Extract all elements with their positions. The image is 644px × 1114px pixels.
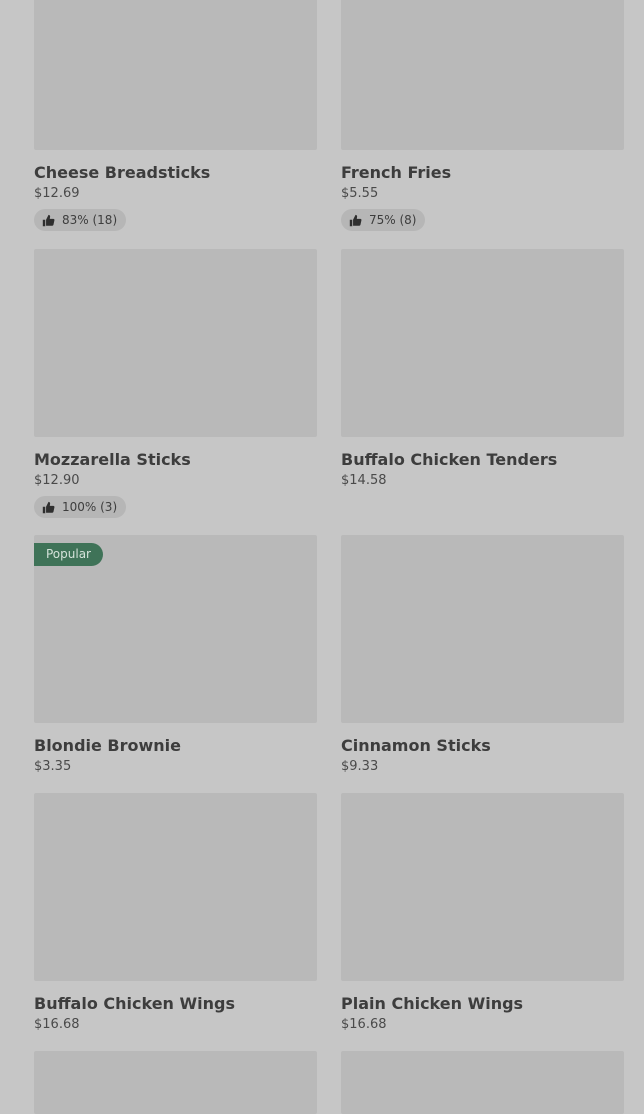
menu-item-image xyxy=(34,1051,317,1114)
menu-item-price: $3.35 xyxy=(34,759,72,774)
popular-badge: Popular xyxy=(34,543,103,566)
menu-item-card[interactable] xyxy=(341,1051,624,1114)
menu-item-card[interactable]: Buffalo Chicken Wings $16.68 xyxy=(34,793,317,1034)
menu-item-name: Cheese Breadsticks xyxy=(34,163,211,182)
menu-item-image xyxy=(341,1051,624,1114)
menu-item-card[interactable] xyxy=(34,1051,317,1114)
menu-item-name: Mozzarella Sticks xyxy=(34,450,191,469)
rating-pill: 75% (8) xyxy=(341,209,426,231)
menu-item-name: French Fries xyxy=(341,163,452,182)
menu-item-name: Blondie Brownie xyxy=(34,736,182,755)
rating-pill: 100% (3) xyxy=(34,496,127,518)
menu-item-price: $16.68 xyxy=(34,1017,80,1032)
menu-item-name: Cinnamon Sticks xyxy=(341,736,491,755)
menu-item-name: Plain Chicken Wings xyxy=(341,994,524,1013)
menu-item-price: $12.90 xyxy=(34,473,80,488)
rating-text: 100% (3) xyxy=(62,500,118,514)
menu-item-image xyxy=(34,793,317,981)
menu-item-image xyxy=(341,0,624,150)
menu-item-image xyxy=(34,0,317,150)
menu-item-card[interactable]: Plain Chicken Wings $16.68 xyxy=(341,793,624,1034)
menu-item-card[interactable]: Cheese Breadsticks $12.69 83% (18) xyxy=(34,0,317,231)
menu-item-price: $9.33 xyxy=(341,759,379,774)
menu-item-image xyxy=(341,249,624,437)
menu-item-price: $16.68 xyxy=(341,1017,387,1032)
menu-item-card[interactable]: French Fries $5.55 75% (8) xyxy=(341,0,624,231)
menu-item-name: Buffalo Chicken Wings xyxy=(34,994,236,1013)
rating-pill: 83% (18) xyxy=(34,209,127,231)
rating-text: 75% (8) xyxy=(369,213,417,227)
menu-item-image xyxy=(341,535,624,723)
menu-item-card[interactable]: Mozzarella Sticks $12.90 100% (3) xyxy=(34,249,317,518)
thumbs-up-icon xyxy=(42,501,55,513)
menu-item-card[interactable]: Buffalo Chicken Tenders $14.58 xyxy=(341,249,624,490)
thumbs-up-icon xyxy=(349,214,362,226)
rating-text: 83% (18) xyxy=(62,213,118,227)
menu-item-price: $14.58 xyxy=(341,473,387,488)
menu-item-image xyxy=(34,249,317,437)
thumbs-up-icon xyxy=(42,214,55,226)
menu-item-price: $12.69 xyxy=(34,186,80,201)
menu-item-image: Popular xyxy=(34,535,317,723)
menu-item-price: $5.55 xyxy=(341,186,379,201)
menu-item-card[interactable]: Cinnamon Sticks $9.33 xyxy=(341,535,624,776)
menu-item-name: Buffalo Chicken Tenders xyxy=(341,450,558,469)
menu-item-image xyxy=(341,793,624,981)
menu-item-card[interactable]: Popular Blondie Brownie $3.35 xyxy=(34,535,317,776)
